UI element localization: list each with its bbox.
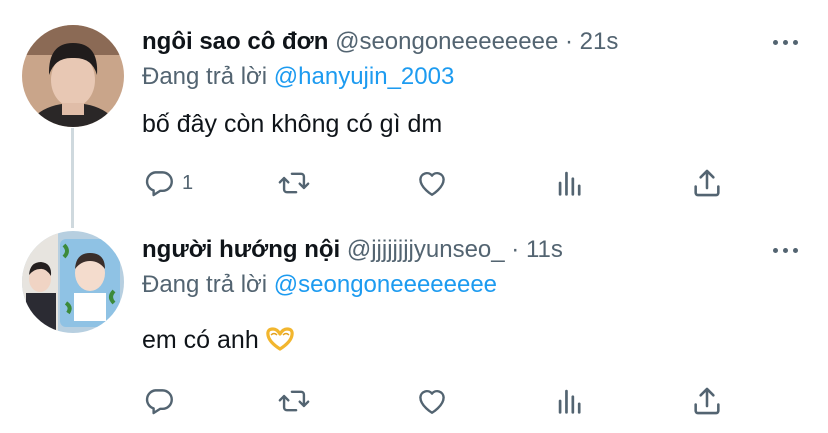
reply-button[interactable]: 1 (142, 165, 193, 201)
action-bar (0, 383, 828, 419)
analytics-icon (553, 166, 587, 200)
replying-to-line: Đang trả lời @seongoneeeeeeee (142, 270, 497, 300)
more-options-icon[interactable] (770, 240, 800, 260)
retweet-button[interactable] (277, 165, 311, 201)
reply-button[interactable] (142, 383, 182, 419)
avatar-photo (22, 231, 124, 333)
user-handle[interactable]: @jjjjjjjjyunseo_ (347, 236, 505, 263)
like-button[interactable] (415, 383, 449, 419)
analytics-button[interactable] (553, 383, 587, 419)
timestamp[interactable]: 21s (580, 28, 619, 55)
replying-to-mention[interactable]: @hanyujin_2003 (274, 63, 455, 90)
like-button[interactable] (415, 165, 449, 201)
user-handle[interactable]: @seongoneeeeeeee (335, 28, 558, 55)
display-name[interactable]: ngôi sao cô đơn (142, 28, 328, 55)
share-button[interactable] (690, 165, 724, 201)
share-icon (690, 166, 724, 200)
tweet-header: người hướng nội @jjjjjjjjyunseo_ · 11s (142, 235, 563, 265)
tweet-text-container: em có anh (142, 324, 295, 356)
share-icon (690, 384, 724, 418)
avatar-photo (22, 25, 124, 127)
reply-count: 1 (182, 171, 194, 194)
replying-to-line: Đang trả lời @hanyujin_2003 (142, 62, 454, 92)
analytics-button[interactable] (553, 165, 587, 201)
replying-to-mention[interactable]: @seongoneeeeeeee (274, 271, 497, 298)
separator-dot: · (564, 28, 573, 55)
more-options-icon[interactable] (770, 32, 800, 52)
replying-prefix: Đang trả lời (142, 63, 274, 90)
reply-icon (142, 166, 176, 200)
retweet-icon (277, 166, 311, 200)
tweet-text: bố đây còn không có gì dm (142, 110, 443, 138)
tweet[interactable]: người hướng nội @jjjjjjjjyunseo_ · 11s Đ… (0, 215, 828, 433)
separator-dot: · (511, 236, 520, 263)
display-name[interactable]: người hướng nội (142, 236, 340, 263)
tweet[interactable]: ngôi sao cô đơn @seongoneeeeeeee · 21s Đ… (0, 0, 828, 215)
retweet-icon (277, 384, 311, 418)
timestamp[interactable]: 11s (526, 236, 563, 263)
share-button[interactable] (690, 383, 724, 419)
avatar[interactable] (22, 25, 124, 127)
tweet-text: em có anh (142, 326, 259, 354)
analytics-icon (553, 384, 587, 418)
retweet-button[interactable] (277, 383, 311, 419)
like-icon (415, 166, 449, 200)
like-icon (415, 384, 449, 418)
reply-icon (142, 384, 176, 418)
action-bar: 1 (0, 165, 828, 201)
replying-prefix: Đang trả lời (142, 271, 274, 298)
heart-hands-emoji (266, 327, 294, 351)
tweet-header: ngôi sao cô đơn @seongoneeeeeeee · 21s (142, 27, 618, 57)
avatar[interactable] (22, 231, 124, 333)
